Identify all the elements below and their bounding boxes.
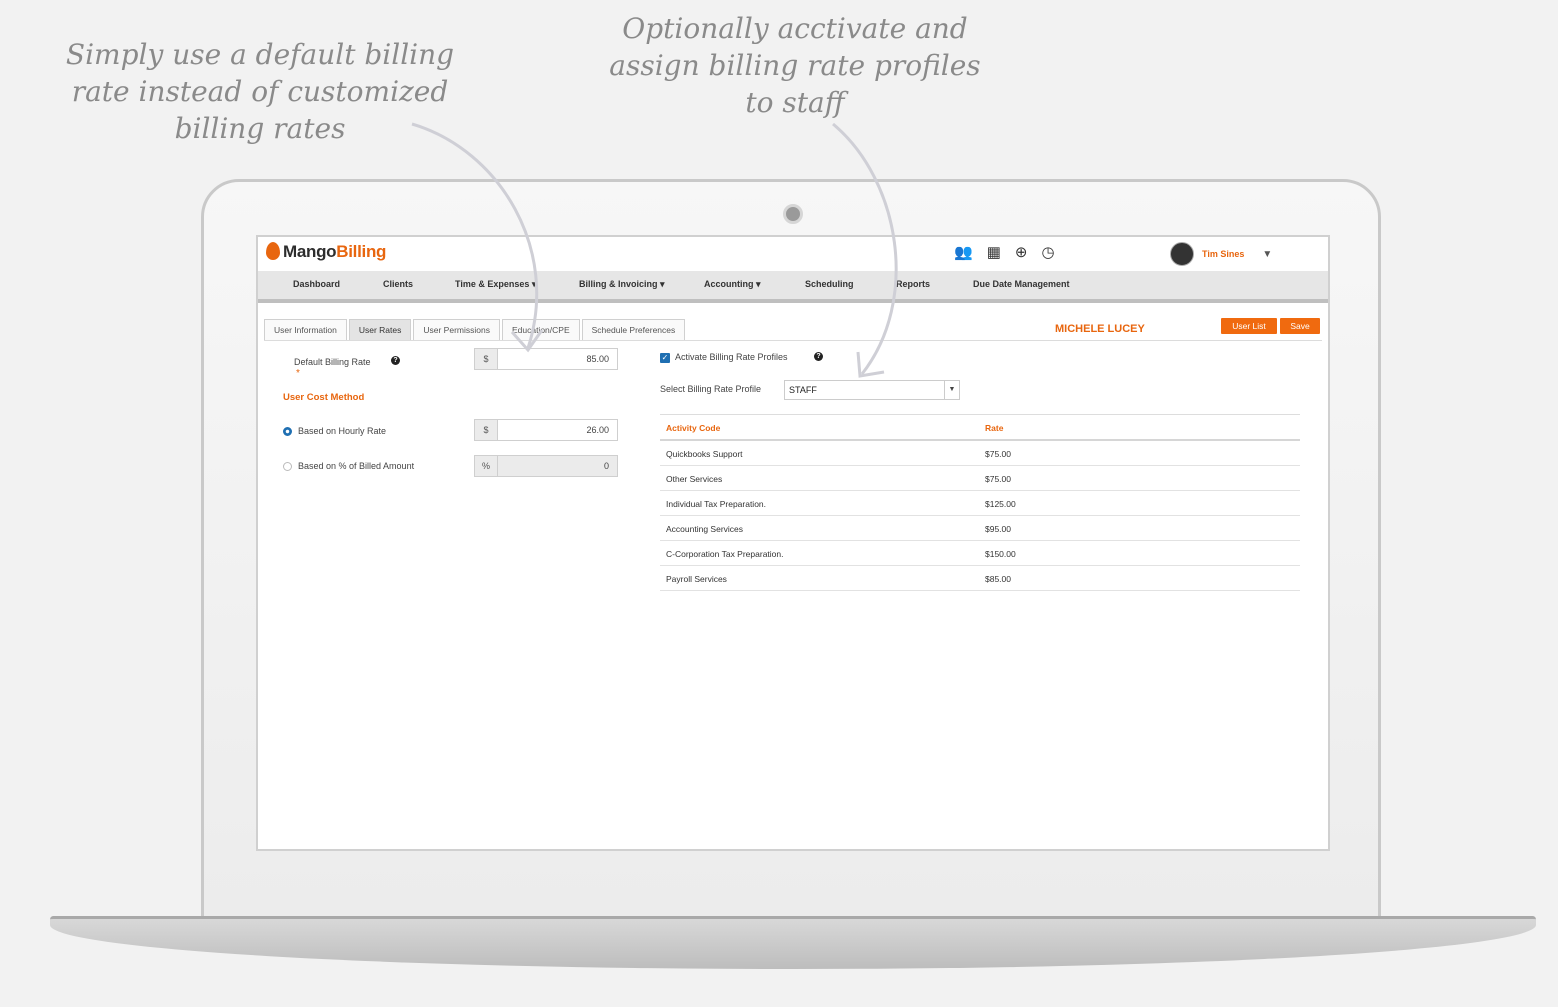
mangobilling-logo[interactable]: MangoBilling — [266, 242, 386, 262]
default-billing-rate-input[interactable]: $ 85.00 — [474, 348, 618, 370]
help-icon[interactable]: ? — [814, 352, 823, 361]
chevron-down-icon[interactable]: ▼ — [944, 381, 959, 399]
required-mark: * — [296, 368, 300, 379]
percent-billed-radio[interactable] — [283, 462, 292, 471]
camera-icon — [783, 204, 803, 224]
nav-clients[interactable]: Clients — [383, 279, 413, 289]
activity-code-cell: Accounting Services — [666, 524, 744, 534]
rate-profile-table: Activity Code Rate Quickbooks Support $7… — [660, 414, 1300, 591]
rate-cell: $95.00 — [985, 524, 1011, 534]
tab-divider — [264, 340, 1322, 341]
table-header: Activity Code Rate — [660, 415, 1300, 441]
default-billing-rate-label: Default Billing Rate — [294, 357, 371, 367]
activate-profiles-label: Activate Billing Rate Profiles — [675, 352, 788, 362]
chevron-down-icon[interactable]: ▼ — [1262, 249, 1272, 260]
rate-cell: $85.00 — [985, 574, 1011, 584]
rate-cell: $75.00 — [985, 449, 1011, 459]
activity-code-cell: Payroll Services — [666, 574, 727, 584]
users-icon[interactable]: 👥 — [954, 244, 973, 261]
rate-cell: $75.00 — [985, 474, 1011, 484]
billing-profile-value: STAFF — [789, 385, 817, 395]
user-name: Tim Sines — [1202, 249, 1245, 259]
tab-user-information[interactable]: User Information — [264, 319, 347, 340]
currency-prefix: $ — [475, 349, 498, 369]
help-icon[interactable]: ? — [391, 356, 400, 365]
tab-schedule-preferences[interactable]: Schedule Preferences — [581, 319, 686, 340]
main-nav: Dashboard Clients Time & Expenses ▾ Bill… — [258, 271, 1328, 303]
col-rate: Rate — [985, 423, 1004, 433]
nav-due-date-management[interactable]: Due Date Management — [973, 279, 1070, 289]
table-row: Individual Tax Preparation. $125.00 — [660, 491, 1300, 516]
table-row: C-Corporation Tax Preparation. $150.00 — [660, 541, 1300, 566]
nav-billing-invoicing[interactable]: Billing & Invoicing ▾ — [579, 279, 665, 290]
logo-brand: Mango — [283, 242, 337, 261]
user-tabs: User Information User Rates User Permiss… — [264, 319, 686, 341]
activity-code-cell: Other Services — [666, 474, 723, 484]
table-row: Accounting Services $95.00 — [660, 516, 1300, 541]
nav-accounting[interactable]: Accounting ▾ — [704, 279, 761, 290]
default-billing-rate-value[interactable]: 85.00 — [498, 349, 617, 369]
nav-dashboard[interactable]: Dashboard — [293, 279, 340, 289]
mango-drop-icon — [266, 242, 280, 260]
tab-education-cpe[interactable]: Education/CPE — [501, 319, 580, 340]
hourly-rate-input[interactable]: $ 26.00 — [474, 419, 618, 441]
staff-name: MICHELE LUCEY — [1055, 323, 1145, 335]
col-activity-code: Activity Code — [666, 423, 721, 433]
table-row: Quickbooks Support $75.00 — [660, 441, 1300, 466]
user-cost-method-title: User Cost Method — [283, 392, 365, 403]
rate-cell: $150.00 — [985, 549, 1016, 559]
avatar — [1170, 242, 1194, 266]
plus-circle-icon[interactable]: ⊕ — [1015, 244, 1028, 261]
billing-profile-select[interactable]: STAFF ▼ — [784, 380, 960, 400]
user-menu[interactable]: Tim Sines ▼ — [1170, 242, 1272, 266]
table-row: Other Services $75.00 — [660, 466, 1300, 491]
top-bar: MangoBilling 👥 ▦ ⊕ ◷ Tim Sines ▼ — [258, 237, 1328, 271]
app-screen: MangoBilling 👥 ▦ ⊕ ◷ Tim Sines ▼ Dashboa… — [256, 235, 1330, 851]
activity-code-cell: C-Corporation Tax Preparation. — [666, 549, 784, 559]
percent-billed-input[interactable]: % 0 — [474, 455, 618, 477]
percent-billed-value: 0 — [498, 456, 617, 476]
nav-scheduling[interactable]: Scheduling — [805, 279, 854, 289]
tab-user-rates[interactable]: User Rates — [348, 319, 412, 340]
rate-cell: $125.00 — [985, 499, 1016, 509]
hourly-rate-value[interactable]: 26.00 — [498, 420, 617, 440]
top-icon-group: 👥 ▦ ⊕ ◷ — [954, 244, 1055, 261]
nav-reports[interactable]: Reports — [896, 279, 930, 289]
user-list-button[interactable]: User List — [1221, 318, 1277, 334]
percent-billed-label: Based on % of Billed Amount — [298, 461, 415, 471]
hourly-rate-radio[interactable] — [283, 427, 292, 436]
percent-prefix: % — [475, 456, 498, 476]
activity-code-cell: Individual Tax Preparation. — [666, 499, 767, 509]
tab-user-permissions[interactable]: User Permissions — [413, 319, 500, 340]
select-profile-label: Select Billing Rate Profile — [660, 384, 762, 394]
activate-profiles-checkbox[interactable]: ✓ — [660, 353, 670, 363]
laptop-base — [50, 916, 1536, 969]
callout-default-rate: Simply use a default billing rate instea… — [65, 38, 455, 145]
save-button[interactable]: Save — [1280, 318, 1320, 334]
hourly-currency-prefix: $ — [475, 420, 498, 440]
callout-rate-profiles: Optionally acctivate and assign billing … — [609, 12, 981, 119]
nav-time-expenses[interactable]: Time & Expenses ▾ — [455, 279, 536, 290]
calendar-icon[interactable]: ▦ — [987, 244, 1001, 261]
logo-product: Billing — [336, 242, 387, 261]
activity-code-cell: Quickbooks Support — [666, 449, 743, 459]
table-row: Payroll Services $85.00 — [660, 566, 1300, 591]
clock-icon[interactable]: ◷ — [1041, 244, 1054, 261]
hourly-rate-label: Based on Hourly Rate — [298, 426, 387, 436]
